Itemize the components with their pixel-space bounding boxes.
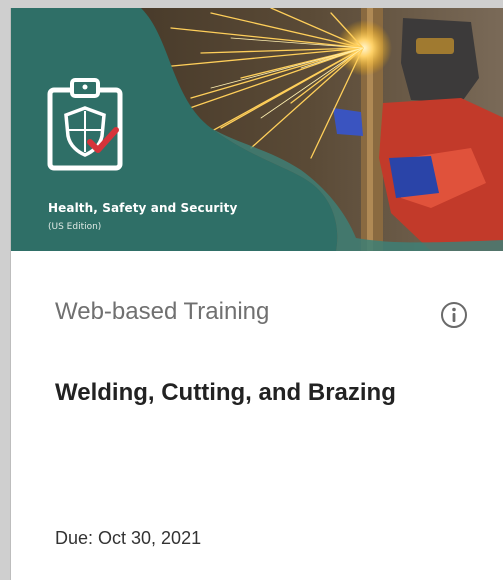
info-icon[interactable] bbox=[439, 300, 469, 330]
course-card[interactable]: Health, Safety and Security (US Edition)… bbox=[10, 8, 503, 580]
due-date: Due: Oct 30, 2021 bbox=[55, 528, 202, 548]
info-button[interactable] bbox=[439, 300, 469, 330]
course-banner-image: Health, Safety and Security (US Edition) bbox=[11, 8, 503, 251]
course-category: Web-based Training bbox=[55, 298, 270, 325]
banner-title: Health, Safety and Security bbox=[48, 201, 238, 215]
banner-subtitle: (US Edition) bbox=[48, 222, 102, 232]
course-title[interactable]: Welding, Cutting, and Brazing bbox=[55, 379, 396, 407]
clipboard-shield-check-icon bbox=[47, 78, 123, 171]
page-background: Health, Safety and Security (US Edition)… bbox=[0, 0, 503, 580]
